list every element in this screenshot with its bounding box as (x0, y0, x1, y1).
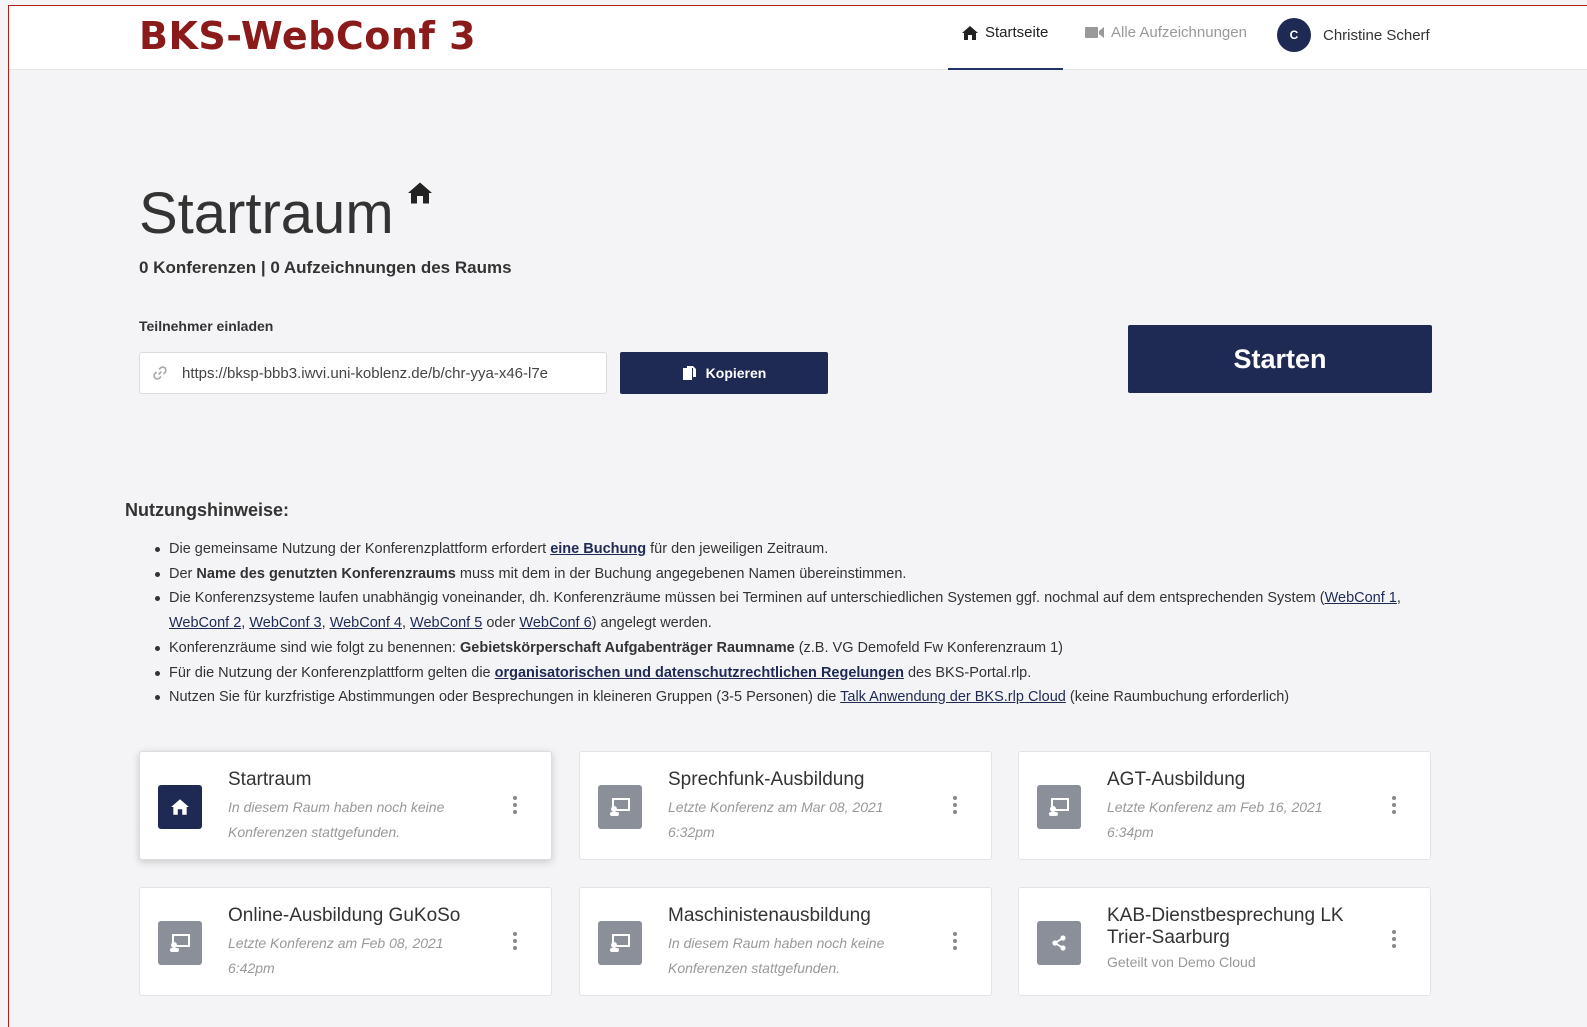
room-icon (158, 785, 202, 829)
note-text: Nutzen Sie für kurzfristige Abstimmungen… (169, 689, 841, 706)
video-camera-icon (1085, 27, 1104, 38)
room-options-icon[interactable] (513, 932, 517, 950)
room-status: Geteilt von Demo Cloud (1107, 954, 1256, 970)
usage-notes-title: Nutzungshinweise: (125, 500, 290, 520)
room-status: Letzte Konferenz am Mar 08, 2021 6:32pm (668, 799, 884, 840)
webconf6-link[interactable]: WebConf 6 (519, 615, 591, 631)
webconf5-link[interactable]: WebConf 5 (410, 615, 482, 631)
copy-icon (682, 366, 696, 380)
copy-button-label: Kopieren (705, 365, 767, 381)
webconf1-link[interactable]: WebConf 1 (1325, 590, 1397, 606)
invite-url: https://bksp-bbb3.iwvi.uni-koblenz.de/b/… (182, 364, 549, 382)
room-status: Letzte Konferenz am Feb 08, 2021 6:42pm (228, 935, 444, 976)
home-icon (171, 799, 189, 815)
active-tab-indicator (948, 68, 1063, 70)
room-card-sprechfunk[interactable]: Sprechfunk-Ausbildung Letzte Konferenz a… (579, 751, 992, 860)
start-button[interactable]: Starten (1128, 325, 1432, 393)
booking-link[interactable]: eine Buchung (550, 541, 646, 557)
room-icon (1037, 785, 1081, 829)
room-card-maschinisten[interactable]: Maschinistenausbildung In diesem Raum ha… (579, 887, 992, 996)
note-text: (keine Raumbuchung erforderlich) (1065, 689, 1290, 706)
room-name: KAB-Dienstbesprechung LK Trier-Saarburg (1107, 905, 1344, 948)
brand-logo[interactable]: BKS-WebConf 3 (139, 14, 476, 58)
note-text: des BKS-Portal.rlp. (903, 664, 1032, 681)
note-text: Der (169, 565, 197, 582)
share-icon (1052, 935, 1066, 951)
room-options-icon[interactable] (1392, 930, 1396, 948)
note-text: (z.B. VG Demofeld Fw Konferenzraum 1) (794, 639, 1064, 656)
webconf3-link[interactable]: WebConf 3 (249, 615, 321, 631)
note-text: muss mit dem in der Buchung angegebenen … (455, 565, 907, 582)
room-options-icon[interactable] (1392, 796, 1396, 814)
note-text: für den jeweiligen Zeitraum. (646, 541, 829, 557)
avatar: C (1277, 18, 1311, 52)
note-text: oder (482, 615, 520, 632)
copy-button[interactable]: Kopieren (620, 352, 828, 394)
room-options-icon[interactable] (513, 796, 517, 814)
stats-separator: | (256, 258, 271, 277)
room-card-gukoso[interactable]: Online-Ausbildung GuKoSo Letzte Konferen… (139, 887, 552, 996)
presentation-icon (610, 798, 630, 816)
room-card-agt[interactable]: AGT-Ausbildung Letzte Konferenz am Feb 1… (1018, 751, 1431, 860)
note-text: Die Konferenzsysteme laufen unabhängig v… (169, 590, 1325, 607)
room-name: Online-Ausbildung GuKoSo (228, 905, 461, 926)
room-name: Sprechfunk-Ausbildung (668, 769, 865, 790)
note-bold: Name des genutzten Konferenzraums (196, 565, 456, 582)
note-text: ) angelegt werden. (591, 615, 712, 632)
room-icon (598, 921, 642, 965)
page-title: Startraum (139, 181, 394, 246)
nav-home-link[interactable]: Startseite (961, 24, 1048, 41)
room-icon (598, 785, 642, 829)
room-options-icon[interactable] (953, 796, 957, 814)
usage-notes-list: Die gemeinsame Nutzung der Konferenzplat… (155, 537, 1415, 710)
note-bold: Gebietskörperschaft Aufgabenträger Raumn… (460, 639, 795, 656)
webconf2-link[interactable]: WebConf 2 (169, 615, 241, 631)
room-stats: 0 Konferenzen | 0 Aufzeichnungen des Rau… (139, 258, 512, 278)
top-navbar: BKS-WebConf 3 Startseite Alle Aufzeichnu… (9, 6, 1587, 70)
home-icon (962, 25, 978, 40)
room-name: Maschinistenausbildung (668, 905, 871, 926)
room-options-icon[interactable] (953, 932, 957, 950)
presentation-icon (170, 934, 190, 952)
user-name: Christine Scherf (1323, 26, 1430, 44)
list-item: Konferenzräume sind wie folgt zu benenne… (155, 636, 1415, 661)
recording-count: 0 Aufzeichnungen des Raums (270, 258, 512, 277)
home-room-icon (408, 182, 432, 204)
regulations-link[interactable]: organisatorischen und datenschutzrechtli… (495, 665, 904, 681)
list-item: Für die Nutzung der Konferenzplattform g… (155, 661, 1415, 686)
link-icon (153, 366, 167, 380)
room-status: In diesem Raum haben noch keine Konferenz… (228, 799, 445, 840)
invite-url-field[interactable]: https://bksp-bbb3.iwvi.uni-koblenz.de/b/… (139, 352, 607, 394)
room-icon (158, 921, 202, 965)
room-card-startraum[interactable]: Startraum In diesem Raum haben noch kein… (139, 751, 552, 860)
presentation-icon (610, 934, 630, 952)
room-status: Letzte Konferenz am Feb 16, 2021 6:34pm (1107, 799, 1323, 840)
list-item: Die gemeinsame Nutzung der Konferenzplat… (155, 537, 1415, 562)
room-card-kab[interactable]: KAB-Dienstbesprechung LK Trier-Saarburg … (1018, 887, 1431, 996)
note-text: Konferenzräume sind wie folgt zu benenne… (169, 639, 460, 656)
presentation-icon (1049, 798, 1069, 816)
note-text: Die gemeinsame Nutzung der Konferenzplat… (169, 541, 551, 557)
note-text: Für die Nutzung der Konferenzplattform g… (169, 664, 495, 681)
invite-label: Teilnehmer einladen (139, 318, 274, 334)
list-item: Der Name des genutzten Konferenzraums mu… (155, 562, 1415, 587)
webconf4-link[interactable]: WebConf 4 (330, 615, 402, 631)
room-icon (1037, 921, 1081, 965)
room-name: Startraum (228, 769, 312, 790)
room-name: AGT-Ausbildung (1107, 769, 1246, 790)
conference-count: 0 Konferenzen (139, 258, 257, 277)
user-menu[interactable]: C Christine Scherf (1277, 18, 1430, 52)
list-item: Nutzen Sie für kurzfristige Abstimmungen… (155, 685, 1415, 710)
list-item: Die Konferenzsysteme laufen unabhängig v… (155, 586, 1415, 635)
nav-home-label: Startseite (985, 24, 1049, 41)
nav-recordings-label: Alle Aufzeichnungen (1111, 24, 1247, 41)
room-status: In diesem Raum haben noch keine Konferenz… (668, 935, 885, 976)
talk-app-link[interactable]: Talk Anwendung der BKS.rlp Cloud (840, 689, 1066, 705)
nav-recordings-link[interactable]: Alle Aufzeichnungen (1085, 24, 1247, 41)
